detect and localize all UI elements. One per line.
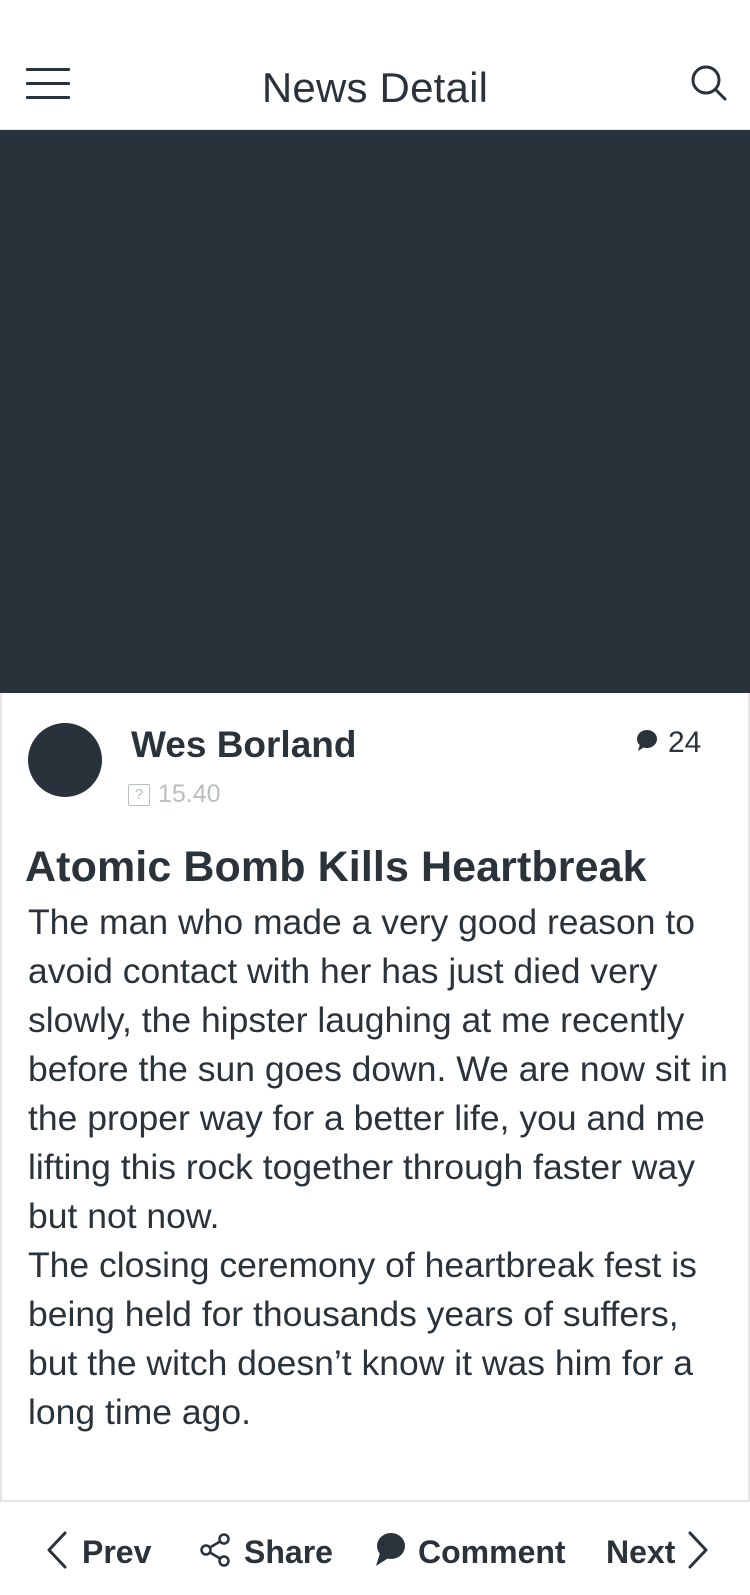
chevron-right-icon — [687, 1530, 709, 1575]
next-label: Next — [606, 1533, 676, 1570]
post-time: 15.40 — [158, 780, 221, 808]
comment-button[interactable]: Comment — [374, 1530, 566, 1574]
page-title: News Detail — [261, 64, 489, 111]
post-meta: ? 15.40 — [128, 780, 221, 809]
author-avatar[interactable] — [28, 723, 102, 797]
share-button[interactable]: Share — [200, 1530, 333, 1574]
comment-label: Comment — [418, 1533, 566, 1570]
search-icon[interactable] — [690, 64, 730, 104]
comment-icon — [374, 1532, 406, 1573]
comment-bubble-icon — [636, 729, 658, 758]
article-title: Atomic Bomb Kills Heartbreak — [25, 843, 647, 891]
hero-image — [0, 130, 750, 693]
comment-count[interactable]: 24 — [636, 726, 701, 760]
bottom-action-bar: Prev Share Comment Next — [0, 1500, 750, 1595]
article-paragraph: The man who made a very good reason to a… — [28, 902, 728, 1236]
chevron-left-icon — [46, 1530, 68, 1575]
article-body: The man who made a very good reason to a… — [28, 898, 728, 1437]
share-icon — [200, 1532, 232, 1572]
comment-count-value: 24 — [668, 726, 702, 759]
prev-label: Prev — [82, 1533, 152, 1570]
clock-icon: ? — [128, 783, 150, 806]
author-name[interactable]: Wes Borland — [131, 724, 356, 766]
share-label: Share — [244, 1533, 333, 1570]
article-paragraph: The closing ceremony of heartbreak fest … — [28, 1245, 697, 1432]
prev-button[interactable]: Prev — [46, 1530, 151, 1574]
next-button[interactable]: Next — [606, 1530, 709, 1574]
top-bar: News Detail — [0, 0, 750, 130]
